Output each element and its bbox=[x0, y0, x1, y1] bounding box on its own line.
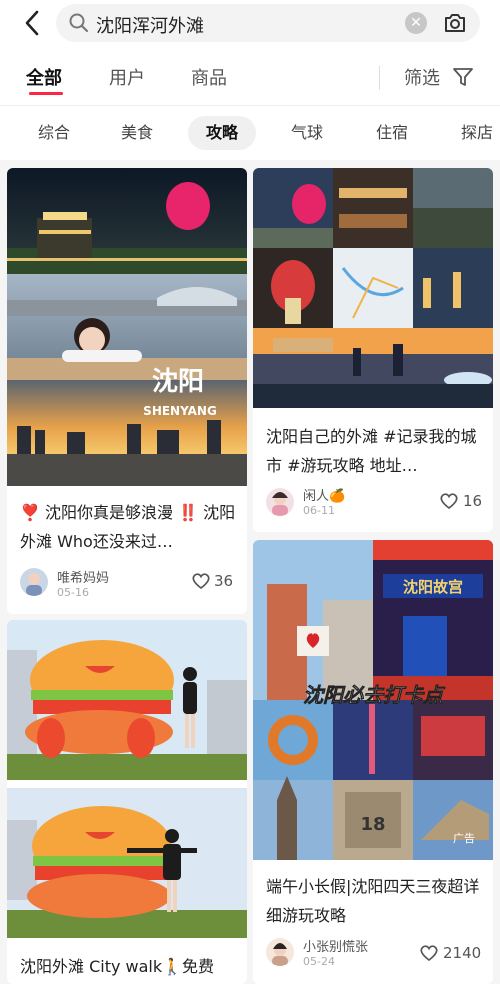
cover-city-name: 沈阳 bbox=[152, 367, 204, 397]
chip-comprehensive[interactable]: 综合 bbox=[20, 116, 88, 150]
post-date: 06-11 bbox=[303, 504, 335, 517]
like-count: 2140 bbox=[443, 944, 482, 962]
note-title: 沈阳外滩 City walk🚶免费 bbox=[20, 957, 215, 976]
clear-icon[interactable]: ✕ bbox=[405, 12, 427, 34]
ad-tag: 广告 bbox=[453, 832, 475, 845]
note-cover-image bbox=[7, 620, 247, 938]
tab-all[interactable]: 全部 bbox=[26, 64, 62, 90]
note-cover-image: 沈阳故宫 18 沈阳必去打卡点 广告 bbox=[253, 540, 493, 860]
post-date: 05-24 bbox=[303, 955, 335, 968]
chip-lodging[interactable]: 住宿 bbox=[358, 116, 426, 150]
note-title: 端午小长假|沈阳四天三夜超详细游玩攻略 bbox=[266, 877, 480, 925]
like-heart-icon[interactable] bbox=[191, 572, 211, 590]
note-card[interactable]: 沈阳故宫 18 沈阳必去打卡点 广告 端午小长假|沈阳四天三夜超详细游玩攻略 小… bbox=[253, 540, 493, 984]
avatar[interactable] bbox=[266, 938, 294, 966]
author-name[interactable]: 小张别慌张 bbox=[303, 936, 368, 955]
avatar[interactable] bbox=[20, 568, 48, 596]
search-bar[interactable]: 沈阳浑河外滩 ✕ bbox=[56, 4, 480, 42]
author-name[interactable]: 唯希妈妈 bbox=[57, 567, 109, 586]
note-card[interactable]: 沈阳自己的外滩 #记录我的城市 #游玩攻略 地址… 闲人🍊 06-11 16 bbox=[253, 168, 493, 532]
camera-search-icon[interactable] bbox=[442, 10, 468, 36]
like-count: 36 bbox=[214, 572, 234, 590]
museum-sign: 18 bbox=[360, 814, 385, 835]
chip-guide[interactable]: 攻略 bbox=[188, 116, 257, 150]
like-count: 16 bbox=[463, 492, 483, 510]
note-card[interactable]: 沈阳外滩 City walk🚶免费 bbox=[7, 620, 247, 984]
tab-users[interactable]: 用户 bbox=[109, 64, 145, 90]
avatar[interactable] bbox=[266, 488, 294, 516]
author-name[interactable]: 闲人🍊 bbox=[303, 485, 345, 504]
palace-sign: 沈阳故宫 bbox=[403, 578, 463, 596]
category-chips: 综合 美食 攻略 气球 住宿 探店 bbox=[0, 106, 500, 160]
search-input[interactable]: 沈阳浑河外滩 bbox=[96, 12, 204, 38]
note-title: 沈阳自己的外滩 #记录我的城市 #游玩攻略 地址… bbox=[266, 427, 477, 475]
filter-funnel-icon[interactable] bbox=[452, 66, 474, 88]
main-tabs: 全部 用户 商品 筛选 bbox=[0, 50, 500, 106]
like-heart-icon[interactable] bbox=[439, 492, 459, 510]
post-date: 05-16 bbox=[57, 586, 89, 599]
filter-button[interactable]: 筛选 bbox=[404, 64, 440, 90]
note-card[interactable]: 沈阳 SHENYANG ❣️ 沈阳你真是够浪漫 ‼️ 沈阳外滩 Who还没来过…… bbox=[7, 168, 247, 614]
active-tab-indicator bbox=[29, 92, 63, 95]
chip-food[interactable]: 美食 bbox=[103, 116, 171, 150]
cover-city-pinyin: SHENYANG bbox=[143, 404, 217, 418]
note-title: ❣️ 沈阳你真是够浪漫 ‼️ 沈阳外滩 Who还没来过… bbox=[20, 503, 236, 551]
search-icon bbox=[69, 13, 89, 33]
cover-overlay-text: 沈阳必去打卡点 bbox=[303, 683, 446, 707]
top-bar: 沈阳浑河外滩 ✕ bbox=[0, 0, 500, 50]
chip-balloon[interactable]: 气球 bbox=[273, 116, 341, 150]
divider bbox=[379, 66, 380, 90]
note-cover-image: 沈阳 SHENYANG bbox=[7, 168, 247, 486]
like-heart-icon[interactable] bbox=[419, 944, 439, 962]
note-cover-image bbox=[253, 168, 493, 408]
chip-explore-shops[interactable]: 探店 bbox=[443, 116, 500, 150]
back-arrow-icon[interactable] bbox=[18, 8, 48, 38]
tab-products[interactable]: 商品 bbox=[191, 64, 227, 90]
